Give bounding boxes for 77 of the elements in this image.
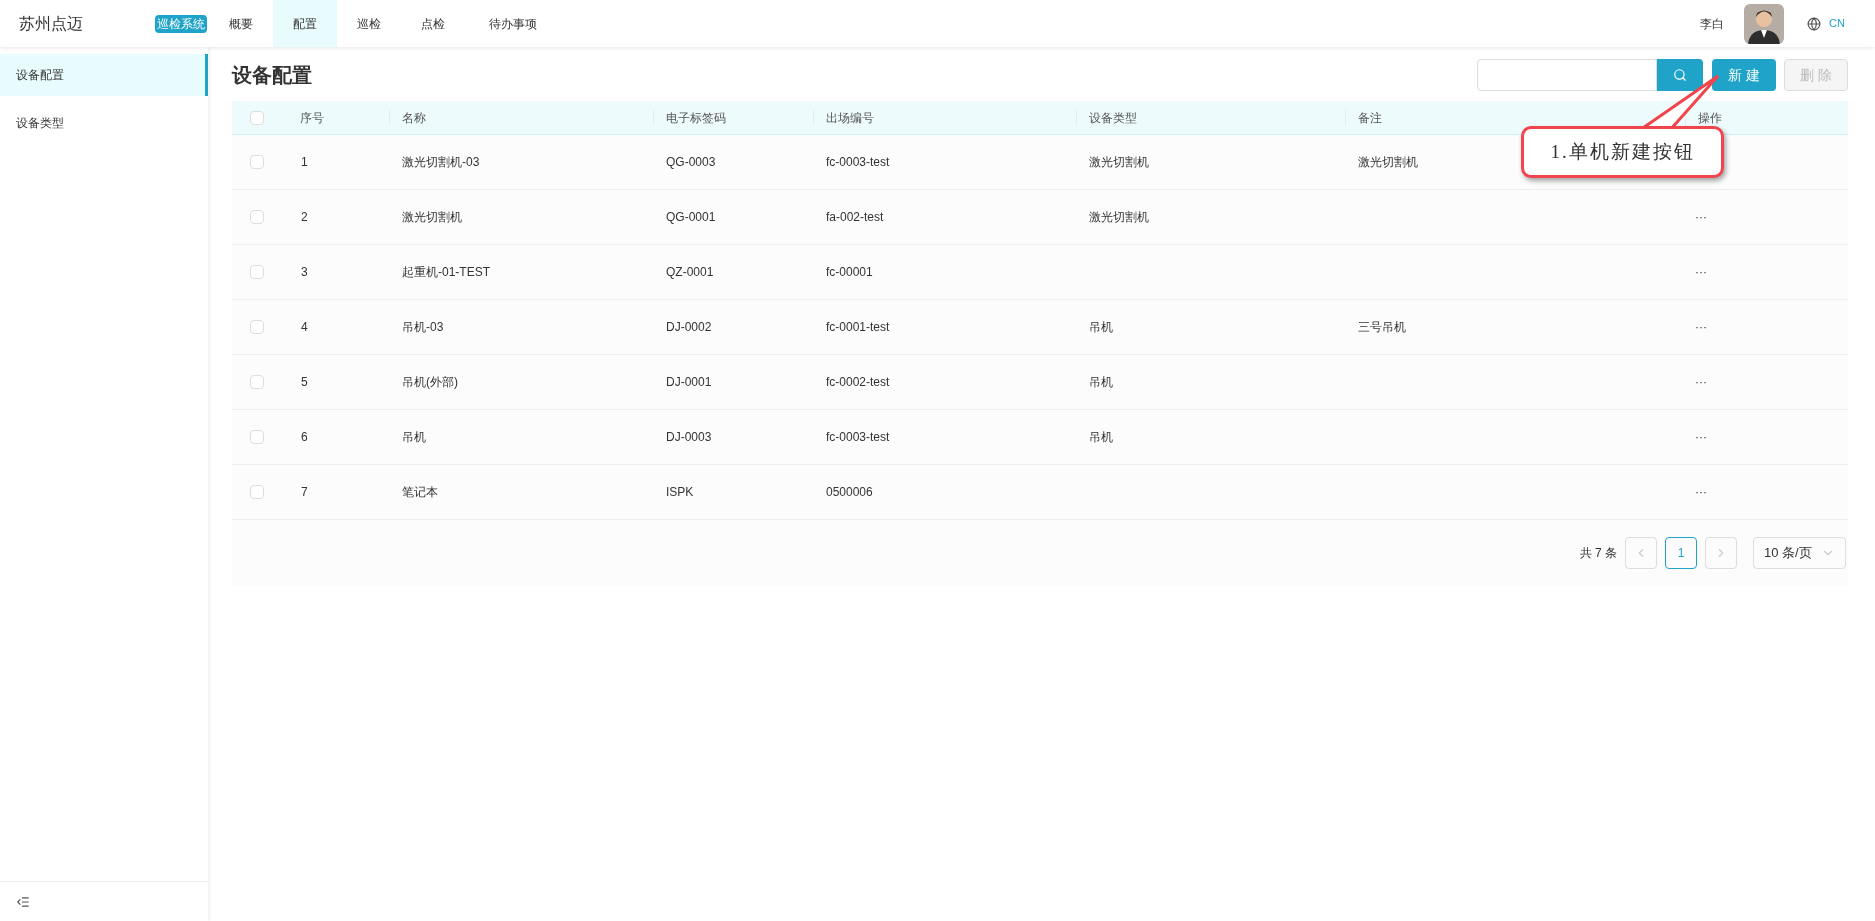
table-cell: 激光切割机 xyxy=(1089,155,1149,169)
column-header: 序号 xyxy=(300,109,324,127)
table-cell: 1 xyxy=(301,155,308,169)
table-cell: QG-0003 xyxy=(666,155,716,169)
table-cell: 吊机(外部) xyxy=(402,375,458,389)
table-cell: DJ-0002 xyxy=(666,320,712,334)
table-cell: fc-0003-test xyxy=(826,155,890,169)
select-all-checkbox[interactable] xyxy=(250,110,264,125)
nav-tab[interactable]: 待办事项 xyxy=(465,0,561,47)
row-checkbox[interactable] xyxy=(250,375,264,389)
user-name: 李白 xyxy=(1700,15,1725,33)
search-button[interactable] xyxy=(1657,59,1703,91)
avatar[interactable] xyxy=(1744,3,1785,44)
table-cell: 6 xyxy=(301,430,308,444)
nav-tab[interactable]: 点检 xyxy=(401,0,465,47)
more-actions-button[interactable]: ··· xyxy=(1695,318,1707,336)
table-cell: 2 xyxy=(301,210,308,224)
more-actions-button[interactable]: ··· xyxy=(1695,263,1707,281)
column-header: 设备类型 xyxy=(1089,109,1137,127)
row-checkbox[interactable] xyxy=(250,485,264,499)
table-cell: 吊机 xyxy=(1089,375,1113,389)
sidebar-item[interactable]: 设备类型 xyxy=(0,102,208,144)
table-cell: fc-0002-test xyxy=(826,375,890,389)
page-size-select[interactable]: 10 条/页 xyxy=(1753,537,1846,569)
table-cell: 吊机 xyxy=(1089,430,1113,444)
nav-tab[interactable]: 巡检 xyxy=(337,0,401,47)
table-cell: 激光切割机 xyxy=(1358,155,1418,169)
page-title: 设备配置 xyxy=(232,63,313,88)
more-actions-button[interactable]: ··· xyxy=(1695,208,1707,226)
column-header: 名称 xyxy=(402,109,426,127)
table-cell: fa-002-test xyxy=(826,210,884,224)
row-checkbox[interactable] xyxy=(250,430,264,444)
brand-name: 苏州点迈 xyxy=(19,13,84,34)
table-cell: 三号吊机 xyxy=(1358,320,1406,334)
column-header: 出场编号 xyxy=(826,109,874,127)
table-cell: QG-0001 xyxy=(666,210,716,224)
system-badge: 巡检系统 xyxy=(155,14,207,33)
table-cell: 0500006 xyxy=(826,485,873,499)
search-icon xyxy=(1673,68,1687,82)
column-header: 备注 xyxy=(1358,109,1382,127)
next-page-button[interactable] xyxy=(1705,537,1737,569)
row-checkbox[interactable] xyxy=(250,210,264,224)
total-count: 共 7 条 xyxy=(1579,545,1617,562)
nav-tab[interactable]: 概要 xyxy=(209,0,273,47)
table-cell: 吊机 xyxy=(402,430,426,444)
collapse-icon[interactable] xyxy=(16,894,30,909)
nav-tab[interactable]: 配置 xyxy=(273,0,337,47)
table-cell: DJ-0003 xyxy=(666,430,712,444)
table-cell: DJ-0001 xyxy=(666,375,712,389)
table-cell: fc-00001 xyxy=(826,265,873,279)
table-cell: 吊机 xyxy=(1089,320,1113,334)
more-actions-button[interactable]: ··· xyxy=(1695,483,1707,501)
more-actions-button[interactable]: ··· xyxy=(1695,428,1707,446)
more-actions-button[interactable]: ··· xyxy=(1695,373,1707,391)
table-cell: ISPK xyxy=(666,485,694,499)
previous-page-button[interactable] xyxy=(1625,537,1657,569)
table-cell: 激光切割机 xyxy=(402,210,462,224)
table-cell: QZ-0001 xyxy=(666,265,714,279)
table-cell: fc-0001-test xyxy=(826,320,890,334)
language-icon[interactable] xyxy=(1807,16,1822,31)
table-cell: fc-0003-test xyxy=(826,430,890,444)
table-cell: 吊机-03 xyxy=(402,320,444,334)
table-cell: 激光切割机 xyxy=(1089,210,1149,224)
column-header: 电子标签码 xyxy=(666,109,726,127)
row-checkbox[interactable] xyxy=(250,265,264,279)
table-cell: 5 xyxy=(301,375,308,389)
search-field[interactable] xyxy=(1477,59,1657,91)
column-header: 操作 xyxy=(1698,109,1722,127)
row-checkbox[interactable] xyxy=(250,320,264,334)
table-cell: 4 xyxy=(301,320,308,334)
table-cell: 激光切割机-03 xyxy=(402,155,480,169)
table-cell: 7 xyxy=(301,485,308,499)
row-checkbox[interactable] xyxy=(250,155,264,169)
sidebar-item[interactable]: 设备配置 xyxy=(0,54,208,96)
table-cell: 笔记本 xyxy=(402,485,438,499)
table-cell: 3 xyxy=(301,265,308,279)
table-cell: 起重机-01-TEST xyxy=(402,265,490,279)
